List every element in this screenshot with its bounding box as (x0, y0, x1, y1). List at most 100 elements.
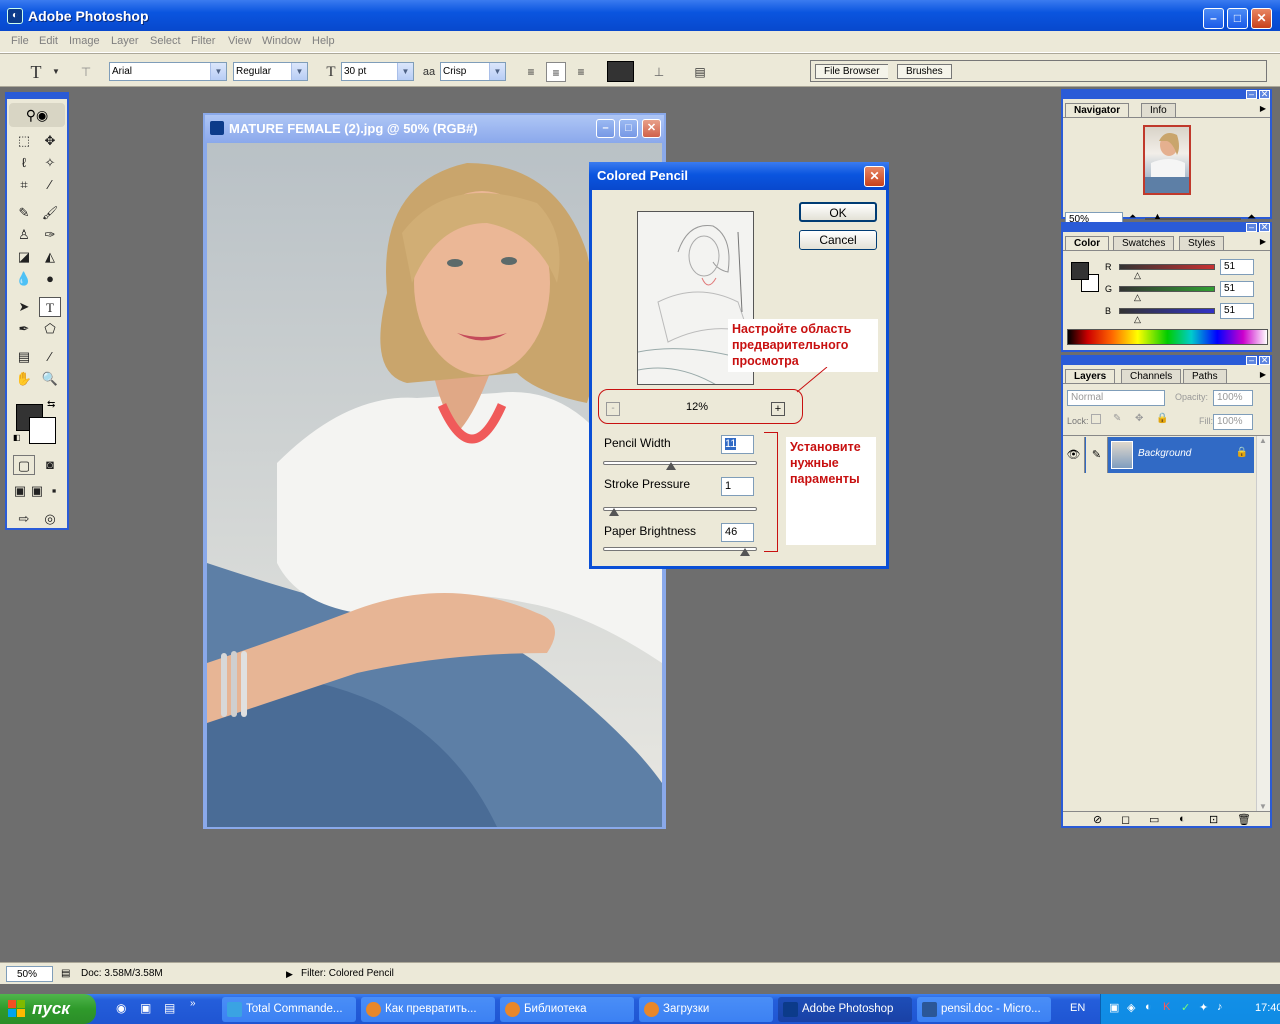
zoom-tool-icon[interactable]: 🔍 (39, 369, 61, 389)
type-tool-preset-icon[interactable]: T (26, 62, 46, 82)
pencil-width-input[interactable]: 11 (721, 435, 754, 454)
font-size-select[interactable]: 30 pt ▼ (341, 62, 414, 81)
tab-paths[interactable]: Paths (1183, 369, 1227, 383)
dodge-tool-icon[interactable]: ● (39, 269, 61, 289)
maximize-icon[interactable]: □ (1227, 8, 1248, 29)
tray-icon-3[interactable]: ◐ (1145, 1001, 1152, 1013)
doc-size-info[interactable]: Doc: 3.58M/3.58M (81, 966, 163, 982)
volume-icon[interactable]: ♪ (1217, 1001, 1223, 1013)
menu-view[interactable]: View (228, 35, 252, 47)
menu-window[interactable]: Window (262, 35, 301, 47)
pencil-width-slider[interactable] (603, 461, 757, 465)
menu-help[interactable]: Help (312, 35, 335, 47)
quicklaunch-more-icon[interactable]: » (190, 998, 196, 1009)
brush-link-icon[interactable]: ✎ (1086, 437, 1108, 473)
eyedropper-icon[interactable]: ⁄ (39, 347, 61, 367)
new-set-icon[interactable]: ▭ (1149, 813, 1159, 826)
new-layer-icon[interactable]: ⊡ (1209, 813, 1218, 826)
magic-wand-icon[interactable]: ✧ (39, 153, 61, 173)
paint-bucket-icon[interactable]: ◭ (39, 247, 61, 267)
channel-g-input[interactable]: 51 (1220, 281, 1254, 297)
tray-icon-2[interactable]: ◈ (1127, 1001, 1135, 1014)
imageready-icon[interactable]: ◎ (39, 509, 61, 529)
task-total-commander[interactable]: Total Commande... (222, 997, 356, 1022)
opacity-input[interactable]: 100% (1213, 390, 1253, 406)
adjustment-layer-icon[interactable]: ◐ (1179, 813, 1186, 825)
text-orientation-icon[interactable]: ⊤ (76, 62, 96, 82)
lock-all-icon[interactable]: 🔒 (1156, 413, 1168, 424)
doc-maximize-icon[interactable]: □ (619, 119, 638, 138)
color-menu-icon[interactable]: ▶ (1260, 237, 1266, 246)
tab-info[interactable]: Info (1141, 103, 1176, 117)
close-icon[interactable]: ✕ (1251, 8, 1272, 29)
warp-text-icon[interactable]: ⊥ (649, 62, 669, 82)
clone-stamp-icon[interactable]: ♙ (13, 225, 35, 245)
layers-scrollbar[interactable]: ▲ ▼ (1256, 436, 1270, 811)
hand-tool-icon[interactable]: ✋ (13, 369, 35, 389)
align-center-icon[interactable]: ≡ (546, 62, 566, 82)
paper-brightness-slider[interactable] (603, 547, 757, 551)
channel-r-input[interactable]: 51 (1220, 259, 1254, 275)
app-title-bar[interactable]: ◐ Adobe Photoshop – □ ✕ (0, 0, 1280, 31)
shape-tool-icon[interactable]: ⬠ (39, 319, 61, 339)
dialog-close-icon[interactable]: ✕ (864, 166, 885, 187)
antivirus-icon[interactable]: K (1163, 1001, 1170, 1013)
task-browser-1[interactable]: Как превратить... (361, 997, 495, 1022)
crop-tool-icon[interactable]: ⌗ (13, 175, 35, 195)
color-palette-buttons[interactable]: – ✕ (1244, 222, 1270, 232)
menu-filter[interactable]: Filter (191, 35, 215, 47)
minimize-icon[interactable]: – (1203, 8, 1224, 29)
jump-to-imageready-icon[interactable]: ⇨ (13, 509, 35, 529)
lock-position-icon[interactable]: ✥ (1135, 413, 1143, 424)
menu-select[interactable]: Select (150, 35, 181, 47)
path-selection-icon[interactable]: ➤ (13, 297, 35, 317)
history-brush-icon[interactable]: ✑ (39, 225, 61, 245)
clock[interactable]: 17:40 (1255, 1002, 1280, 1014)
dialog-title[interactable]: Colored Pencil (589, 162, 889, 190)
standard-mode-icon[interactable]: ▢ (13, 455, 35, 475)
screen-mode-3-icon[interactable]: ▪ (45, 481, 63, 501)
pen-tool-icon[interactable]: ✒ (13, 319, 35, 339)
tray-icon-5[interactable]: ✓ (1181, 1001, 1190, 1014)
paper-brightness-input[interactable]: 46 (721, 523, 754, 542)
layer-style-icon[interactable]: ⊘ (1093, 813, 1102, 826)
quicklaunch-ie-icon[interactable]: ◉ (116, 1001, 126, 1015)
language-indicator[interactable]: EN (1070, 1002, 1085, 1014)
blur-tool-icon[interactable]: 💧 (13, 269, 35, 289)
swap-colors-icon[interactable]: ⇆ (47, 399, 55, 410)
task-word[interactable]: pensil.doc - Micro... (917, 997, 1051, 1022)
photoshop-app-icon[interactable]: ◐ (7, 8, 23, 24)
pencil-width-thumb[interactable] (665, 462, 676, 470)
zoom-out-button[interactable]: - (606, 402, 620, 416)
layer-row-background[interactable]: 👁 ✎ Background 🔒 (1063, 437, 1254, 473)
align-right-icon[interactable]: ≡ (571, 62, 591, 82)
quicklaunch-app-icon[interactable]: ▤ (164, 1001, 175, 1015)
layer-mask-icon[interactable]: ◻ (1121, 813, 1130, 826)
task-photoshop[interactable]: Adobe Photoshop (778, 997, 912, 1022)
menu-layer[interactable]: Layer (111, 35, 139, 47)
tab-layers[interactable]: Layers (1065, 369, 1116, 383)
navigator-palette-buttons[interactable]: – ✕ (1244, 89, 1270, 99)
tab-channels[interactable]: Channels (1121, 369, 1182, 383)
tab-color[interactable]: Color (1065, 236, 1110, 250)
tab-navigator[interactable]: Navigator (1065, 103, 1130, 117)
start-button[interactable]: пуск (0, 994, 96, 1024)
quicklaunch-folder-icon[interactable]: ▣ (140, 1001, 151, 1015)
fill-input[interactable]: 100% (1213, 414, 1253, 430)
color-ramp[interactable] (1067, 329, 1268, 345)
tab-brushes[interactable]: Brushes (897, 64, 952, 79)
navigator-menu-icon[interactable]: ▶ (1260, 104, 1266, 113)
channel-b-input[interactable]: 51 (1220, 303, 1254, 319)
background-color-swatch[interactable] (29, 417, 56, 444)
task-downloads[interactable]: Загрузки (639, 997, 773, 1022)
scroll-up-icon[interactable]: ▲ (1259, 436, 1267, 445)
lasso-tool-icon[interactable]: ℓ (13, 153, 35, 173)
healing-brush-icon[interactable]: ✎ (13, 203, 35, 223)
adobe-online-icon[interactable]: ⚲◉ (9, 103, 65, 127)
layer-name[interactable]: Background (1138, 448, 1191, 459)
tab-file-browser[interactable]: File Browser (815, 64, 888, 79)
font-family-select[interactable]: Arial ▼ (109, 62, 227, 81)
trash-icon[interactable]: 🗑 (1237, 813, 1251, 826)
menu-file[interactable]: File (11, 35, 29, 47)
doc-minimize-icon[interactable]: – (596, 119, 615, 138)
